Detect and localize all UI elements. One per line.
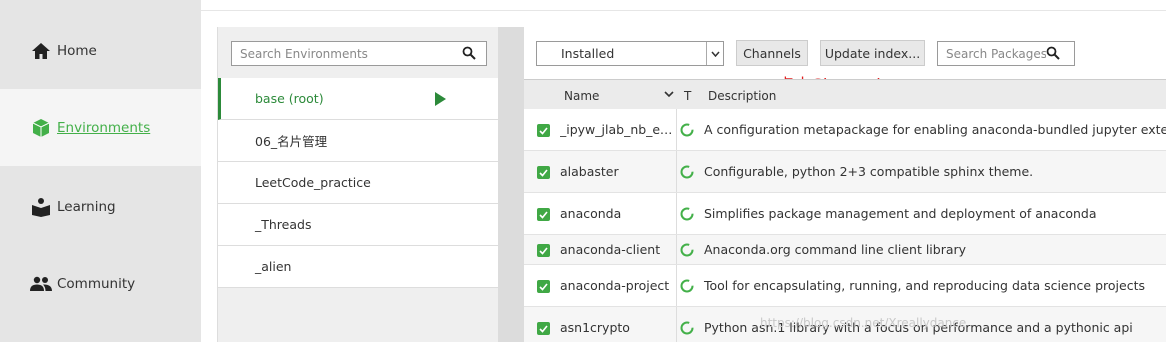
left-nav: Home Environments Learning Community	[0, 0, 201, 342]
column-divider	[676, 235, 677, 264]
column-divider	[676, 151, 677, 192]
package-name: asn1crypto	[560, 320, 630, 335]
search-icon[interactable]	[1046, 46, 1060, 63]
table-row[interactable]: anaconda Simplifies package management a…	[524, 193, 1166, 235]
people-icon	[30, 273, 52, 295]
environment-item[interactable]: 06_名片管理	[218, 120, 499, 162]
package-search-box	[937, 41, 1075, 66]
cube-icon	[30, 117, 52, 139]
checkbox-checked-icon[interactable]	[537, 208, 550, 221]
table-row[interactable]: anaconda-client Anaconda.org command lin…	[524, 235, 1166, 265]
package-name: _ipyw_jlab_nb_ext_conf	[560, 122, 676, 137]
table-row[interactable]: anaconda-project Tool for encapsulating,…	[524, 265, 1166, 307]
nav-item-label: Community	[57, 276, 136, 292]
status-ring-icon	[680, 207, 694, 221]
environment-item-base[interactable]: base (root)	[218, 78, 499, 120]
nav-item-community[interactable]: Community	[0, 265, 201, 303]
environment-label: base (root)	[255, 91, 324, 106]
column-header-type[interactable]: T	[684, 89, 691, 103]
checkbox-checked-icon[interactable]	[537, 280, 550, 293]
package-table-body: _ipyw_jlab_nb_ext_conf A configuration m…	[524, 109, 1166, 342]
nav-item-environments[interactable]: Environments	[0, 89, 201, 166]
status-ring-icon	[680, 279, 694, 293]
packages-panel: Installed Channels Update index... 点击Cha…	[498, 27, 1166, 342]
play-icon[interactable]	[434, 92, 446, 109]
channels-button[interactable]: Channels	[736, 40, 808, 66]
package-name: anaconda-project	[560, 278, 670, 293]
environments-panel: base (root) 06_名片管理 LeetCode_practice _T…	[217, 27, 499, 342]
environment-search-box	[231, 41, 487, 66]
column-divider	[676, 307, 677, 342]
nav-separator	[201, 0, 215, 342]
chevron-down-icon[interactable]	[706, 42, 723, 65]
status-ring-icon	[680, 321, 694, 335]
checkbox-checked-icon[interactable]	[537, 166, 550, 179]
environment-search-input[interactable]	[240, 46, 460, 61]
package-name: anaconda	[560, 206, 622, 221]
environment-item[interactable]: _alien	[218, 246, 499, 288]
nav-item-label: Environments	[57, 119, 151, 136]
status-ring-icon	[680, 165, 694, 179]
table-row[interactable]: alabaster Configurable, python 2+3 compa…	[524, 151, 1166, 193]
column-header-description[interactable]: Description	[708, 89, 776, 103]
table-row[interactable]: _ipyw_jlab_nb_ext_conf A configuration m…	[524, 109, 1166, 151]
package-search-input[interactable]	[946, 46, 1046, 61]
column-divider	[676, 265, 677, 306]
package-description: Simplifies package management and deploy…	[704, 206, 1097, 221]
package-filter-select[interactable]: Installed	[536, 41, 724, 66]
package-description: Configurable, python 2+3 compatible sphi…	[704, 164, 1034, 179]
watermark-text: https://blog.csdn.net/Xreallydance	[760, 316, 967, 330]
search-icon[interactable]	[462, 46, 476, 63]
checkbox-checked-icon[interactable]	[537, 322, 550, 335]
nav-item-label: Learning	[57, 199, 116, 215]
nav-item-learning[interactable]: Learning	[0, 188, 201, 226]
book-icon	[30, 196, 52, 218]
environment-list: base (root) 06_名片管理 LeetCode_practice _T…	[218, 78, 499, 288]
environment-item[interactable]: LeetCode_practice	[218, 162, 499, 204]
package-name: anaconda-client	[560, 242, 661, 257]
checkbox-checked-icon[interactable]	[537, 244, 550, 257]
chevron-down-icon[interactable]	[664, 87, 674, 101]
status-ring-icon	[680, 123, 694, 137]
checkbox-checked-icon[interactable]	[537, 124, 550, 137]
package-description: A configuration metapackage for enabling…	[704, 122, 1166, 137]
update-index-button[interactable]: Update index...	[820, 40, 925, 66]
environment-item[interactable]: _Threads	[218, 204, 499, 246]
package-name: alabaster	[560, 164, 619, 179]
column-divider	[676, 193, 677, 234]
package-filter-value: Installed	[561, 46, 615, 61]
packages-left-bar	[498, 27, 524, 342]
column-divider	[676, 109, 677, 150]
package-table-header: Name T Description	[524, 79, 1166, 109]
environment-label: _alien	[255, 259, 292, 274]
column-header-name[interactable]: Name	[564, 89, 599, 103]
top-divider	[201, 10, 1166, 11]
home-icon	[30, 40, 52, 62]
package-description: Anaconda.org command line client library	[704, 242, 967, 257]
package-description: Tool for encapsulating, running, and rep…	[704, 278, 1145, 293]
environment-label: _Threads	[255, 217, 312, 232]
environment-label: LeetCode_practice	[255, 175, 371, 190]
nav-item-label: Home	[57, 43, 97, 59]
nav-item-home[interactable]: Home	[0, 32, 201, 70]
environment-label: 06_名片管理	[255, 134, 328, 149]
status-ring-icon	[680, 243, 694, 257]
